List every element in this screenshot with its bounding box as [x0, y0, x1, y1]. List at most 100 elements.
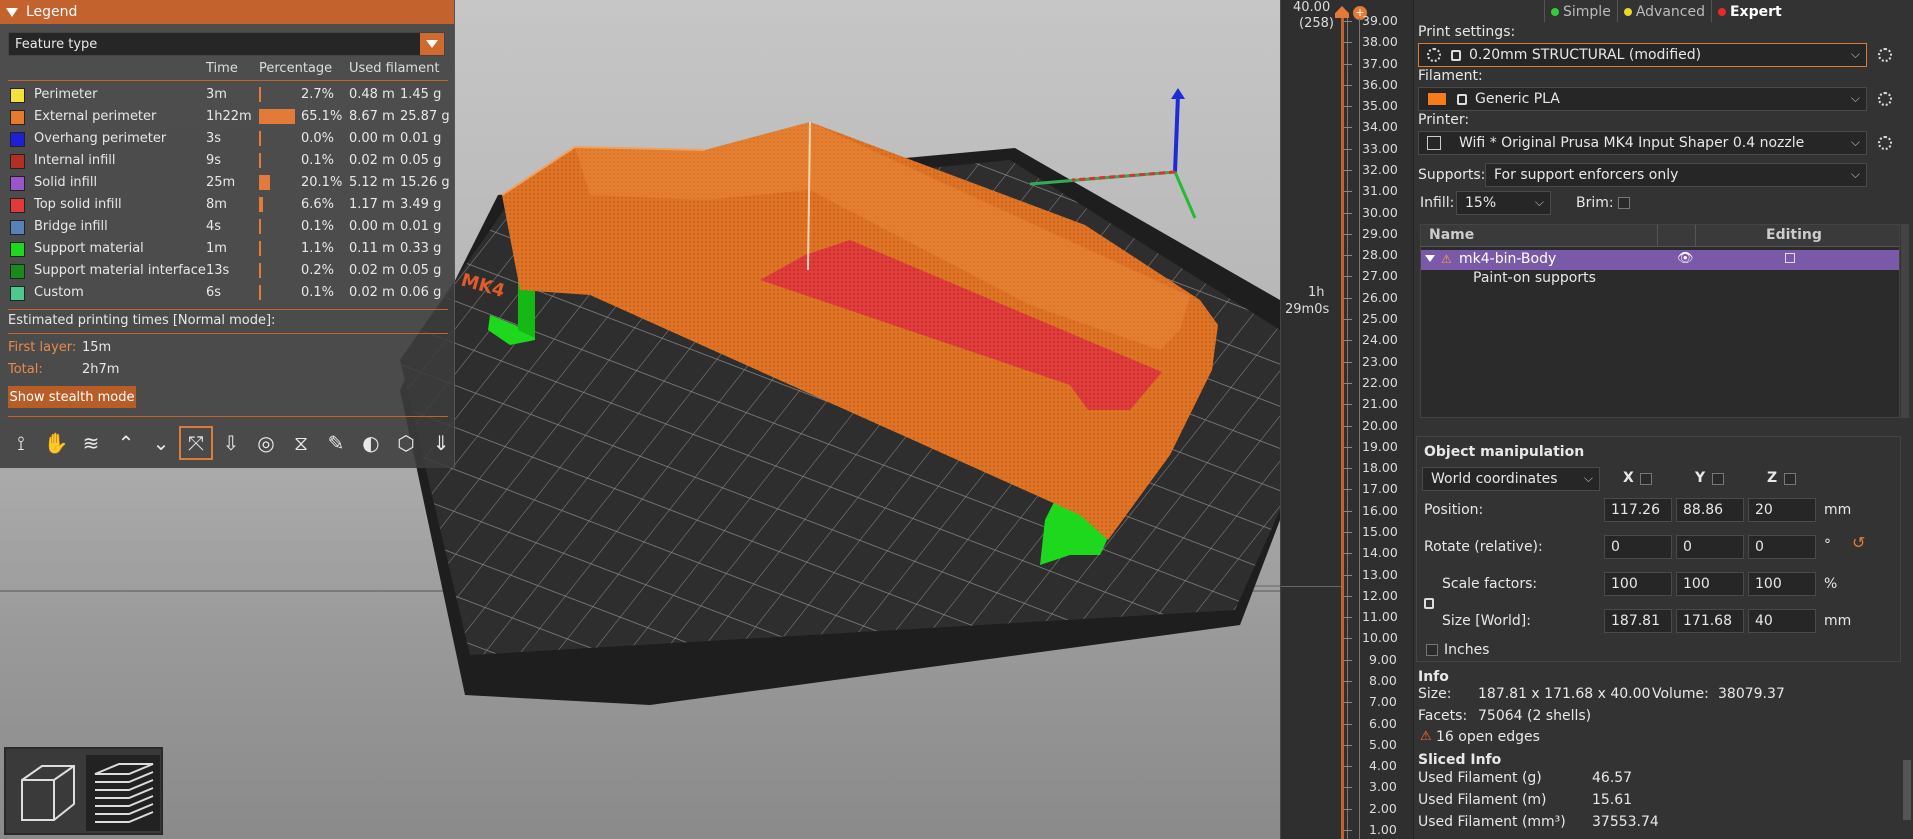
legend-color-swatch [10, 220, 25, 235]
legend-row[interactable]: Solid infill 25m 20.1% 5.12 m 15.26 g [0, 172, 455, 194]
collapse-triangle-icon[interactable] [6, 7, 18, 17]
filament-combo[interactable]: Generic PLA ⌵ [1418, 87, 1867, 111]
layer-tick-label: 35.00 [1362, 98, 1398, 114]
supports-label: Supports: [1418, 167, 1486, 183]
legend-meters: 0.02 m [349, 285, 395, 300]
lock-icon [1451, 49, 1461, 61]
view-type-select[interactable]: Feature type [8, 32, 445, 56]
object-name: mk4-bin-Body [1459, 251, 1557, 267]
deretractions-icon[interactable]: ⌃ [111, 428, 141, 458]
layer-tick-label: 15.00 [1362, 523, 1398, 539]
info-title: Info [1418, 669, 1449, 685]
layers-icon[interactable]: ⇓ [426, 428, 456, 458]
slider-track[interactable] [1341, 8, 1344, 839]
z-axis [1173, 94, 1180, 173]
center-of-gravity-icon[interactable]: ✎ [321, 428, 351, 458]
tick-mark [1344, 744, 1352, 746]
legend-header[interactable]: Legend [0, 0, 454, 24]
edit-filament-icon[interactable] [1878, 92, 1892, 106]
legend-percentage-bar [259, 197, 263, 212]
infill-combo[interactable]: 15% ⌵ [1456, 191, 1551, 215]
lock-icon [1457, 93, 1467, 105]
legend-row[interactable]: Custom 6s 0.1% 0.02 m 0.06 g [0, 282, 455, 304]
legend-grams: 25.87 g [400, 109, 450, 124]
legend-time: 3m [206, 87, 227, 102]
upper-thumb-icon[interactable] [1335, 6, 1349, 18]
layer-tick-label: 14.00 [1362, 545, 1398, 561]
layer-tick-label: 21.00 [1362, 396, 1398, 412]
object-list-scrollbar[interactable] [1901, 224, 1909, 418]
legend-row[interactable]: Support material interface 13s 0.2% 0.02 m 0… [0, 260, 455, 282]
retractions-icon[interactable]: ≋ [76, 428, 106, 458]
object-row[interactable]: ⚠ mk4-bin-Body 👁 [1421, 250, 1899, 270]
layer-tick-label: 32.00 [1362, 162, 1398, 178]
paint-on-supports-item[interactable]: Paint-on supports [1473, 270, 1596, 286]
preview-view-button[interactable] [86, 755, 160, 831]
divider [8, 80, 448, 81]
edit-printer-icon[interactable] [1878, 136, 1892, 150]
legend-meters: 5.12 m [349, 175, 395, 190]
layer-tick-label: 16.00 [1362, 502, 1398, 518]
dropdown-arrow-icon[interactable] [420, 33, 444, 55]
print-settings-combo[interactable]: 0.20mm STRUCTURAL (modified) ⌵ [1418, 43, 1867, 67]
settings-sidebar: Simple Advanced Expert Print settings: 0… [1413, 0, 1913, 839]
chevron-down-icon: ⌵ [1850, 47, 1860, 61]
3d-view-button[interactable] [10, 755, 84, 831]
printer-combo[interactable]: Wifi * Original Prusa MK4 Input Shaper 0… [1418, 131, 1867, 155]
tick-mark [1344, 617, 1352, 619]
layer-tick-label: 27.00 [1362, 268, 1398, 284]
legend-row[interactable]: Perimeter 3m 2.7% 0.48 m 1.45 g [0, 84, 455, 106]
tick-mark [1344, 191, 1352, 193]
tool-changes-icon[interactable]: ⤧ [179, 426, 213, 460]
wipe-icon[interactable]: ✋ [41, 428, 71, 458]
mode-simple[interactable]: Simple [1544, 0, 1617, 22]
legend-meters: 8.67 m [349, 109, 395, 124]
3d-viewport[interactable]: MK4 Legend Feature type Time Percentage … [0, 0, 1280, 839]
travel-icon[interactable]: ⟟ [6, 428, 36, 458]
legend-row[interactable]: Overhang perimeter 3s 0.0% 0.00 m 0.01 g [0, 128, 455, 150]
custom-gcodes-icon[interactable]: ⧖ [286, 428, 316, 458]
edit-icon[interactable] [1785, 253, 1795, 263]
layer-tick-label: 25.00 [1362, 311, 1398, 327]
legend-row[interactable]: External perimeter 1h22m 65.1% 8.67 m 25.87 … [0, 106, 455, 128]
used-filament-g-label: Used Filament (g) [1418, 770, 1542, 786]
expand-triangle-icon[interactable] [1425, 255, 1435, 262]
view-type-value: Feature type [15, 36, 98, 52]
shells-icon[interactable]: ◐ [356, 428, 386, 458]
legend-percentage: 0.2% [301, 263, 335, 278]
legend-row[interactable]: Bridge infill 4s 0.1% 0.00 m 0.01 g [0, 216, 455, 238]
legend-time: 4s [206, 219, 222, 234]
supports-combo[interactable]: For support enforcers only ⌵ [1485, 163, 1867, 187]
col-time: Time [206, 61, 238, 76]
brim-checkbox[interactable] [1618, 197, 1630, 209]
seams-icon[interactable]: ⌄ [146, 428, 176, 458]
color-changes-icon[interactable]: ⇩ [216, 428, 246, 458]
open-edges-text: 16 open edges [1436, 729, 1540, 745]
legend-percentage: 1.1% [301, 241, 335, 256]
legend-row[interactable]: Internal infill 9s 0.1% 0.02 m 0.05 g [0, 150, 455, 172]
legend-row[interactable]: Support material 1m 1.1% 0.11 m 0.33 g [0, 238, 455, 260]
eye-icon[interactable]: 👁 [1677, 251, 1694, 266]
tick-mark [1344, 425, 1352, 427]
legend-grams: 1.45 g [400, 87, 442, 102]
layer-tick-label: 8.00 [1369, 672, 1397, 688]
show-stealth-mode-button[interactable]: Show stealth mode [8, 386, 136, 408]
info-volume-value: 38079.37 [1718, 686, 1785, 702]
legend-row[interactable]: Top solid infill 8m 6.6% 1.17 m 3.49 g [0, 194, 455, 216]
legend-grams: 0.05 g [400, 153, 442, 168]
sidebar-scrollbar[interactable] [1903, 760, 1911, 820]
legend-feature-label: Top solid infill [34, 197, 122, 212]
estimated-times-label: Estimated printing times [Normal mode]: [8, 313, 276, 328]
tool-marker-icon[interactable]: ⬡ [391, 428, 421, 458]
legend-time: 1m [206, 241, 227, 256]
mode-expert[interactable]: Expert [1710, 0, 1788, 22]
layer-tick-label: 29.00 [1362, 225, 1398, 241]
total-label: Total: [8, 362, 43, 377]
pause-prints-icon[interactable]: ◎ [251, 428, 281, 458]
legend-percentage: 0.1% [301, 153, 335, 168]
edit-preset-icon[interactable] [1878, 48, 1892, 62]
legend-time: 13s [206, 263, 230, 278]
mode-advanced[interactable]: Advanced [1616, 0, 1711, 22]
legend-percentage-bar [259, 263, 261, 278]
layer-tick-label: 10.00 [1362, 630, 1398, 646]
